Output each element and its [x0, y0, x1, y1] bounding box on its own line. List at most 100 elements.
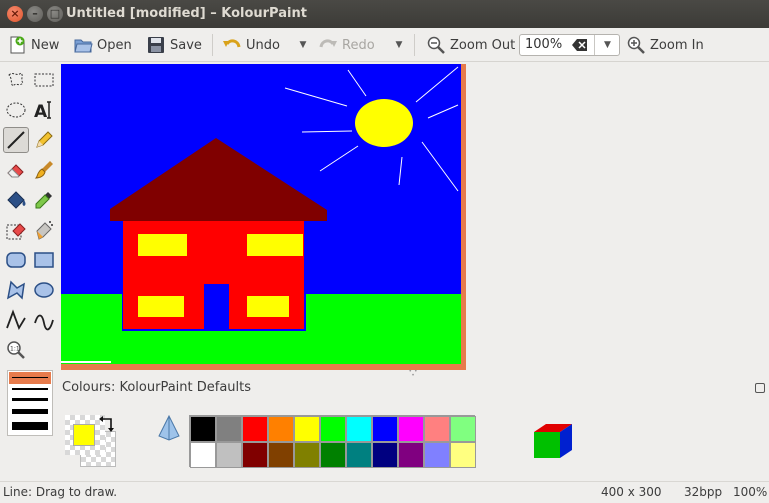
- zoom-out-button[interactable]: Zoom Out: [426, 32, 515, 58]
- curve-tool[interactable]: [31, 307, 57, 333]
- polygon-tool[interactable]: [3, 277, 29, 303]
- undo-button[interactable]: Undo: [222, 32, 280, 58]
- palette-swatch[interactable]: [398, 416, 424, 442]
- palette-swatch[interactable]: [190, 416, 216, 442]
- toolbar-separator: [414, 34, 415, 56]
- line-width-option-3[interactable]: [12, 398, 48, 401]
- pen-tool[interactable]: [31, 127, 57, 153]
- line-width-option-5[interactable]: [12, 409, 48, 414]
- text-tool[interactable]: A: [31, 97, 57, 123]
- swap-colours-icon[interactable]: [99, 415, 117, 433]
- palette-swatch[interactable]: [294, 442, 320, 468]
- palette-swatch[interactable]: [216, 416, 242, 442]
- connected-lines-icon: [6, 309, 26, 331]
- palette-swatch[interactable]: [346, 442, 372, 468]
- spraycan-tool[interactable]: [31, 217, 57, 243]
- canvas-resize-handle-right[interactable]: [461, 64, 466, 370]
- line-width-option-8[interactable]: [12, 422, 48, 430]
- palette-swatch[interactable]: [450, 442, 476, 468]
- redo-button[interactable]: Redo: [318, 32, 375, 58]
- palette-swatch[interactable]: [450, 416, 476, 442]
- colour-eraser-tool[interactable]: [3, 217, 29, 243]
- palette-swatch[interactable]: [242, 416, 268, 442]
- zoom-in-label: Zoom In: [650, 37, 704, 53]
- zoom-tool[interactable]: 1:1: [3, 337, 29, 363]
- colour-eraser-icon: [6, 223, 26, 240]
- clear-text-icon[interactable]: [572, 38, 588, 52]
- palette-swatch[interactable]: [320, 442, 346, 468]
- eraser-tool[interactable]: [3, 157, 29, 183]
- redo-dropdown-arrow[interactable]: ▼: [393, 37, 405, 53]
- palette-swatch[interactable]: [372, 416, 398, 442]
- drawing-canvas[interactable]: [61, 64, 461, 364]
- palette-swatch[interactable]: [268, 416, 294, 442]
- detach-panel-icon[interactable]: [755, 383, 765, 393]
- free-form-selection-tool[interactable]: [3, 67, 29, 93]
- ellipse-icon: [34, 282, 54, 298]
- palette-swatch[interactable]: [242, 442, 268, 468]
- save-button[interactable]: Save: [146, 32, 202, 58]
- palette-swatch[interactable]: [294, 416, 320, 442]
- window-title: Untitled [modified] – KolourPaint: [66, 6, 307, 21]
- selected-line-width-highlight: [9, 372, 51, 384]
- close-window-button[interactable]: ×: [7, 6, 23, 22]
- svg-text:A: A: [34, 102, 48, 121]
- undo-button-label: Undo: [246, 37, 280, 53]
- brush-tool[interactable]: [31, 157, 57, 183]
- palette-swatch[interactable]: [424, 442, 450, 468]
- line-width-option-1[interactable]: [12, 377, 48, 378]
- zoom-actual-size-icon: 1:1: [7, 341, 25, 359]
- open-button[interactable]: Open: [73, 32, 132, 58]
- palette-swatch[interactable]: [398, 442, 424, 468]
- foreground-background-colour-selector: [65, 415, 117, 467]
- colour-picker-tool[interactable]: [31, 187, 57, 213]
- palette-swatch[interactable]: [190, 442, 216, 468]
- colours-label-prefix: Colours:: [62, 380, 120, 395]
- rounded-rectangle-tool[interactable]: [3, 247, 29, 273]
- transparent-colour-icon[interactable]: [156, 414, 182, 442]
- open-button-label: Open: [97, 37, 132, 53]
- palette-swatch[interactable]: [216, 442, 242, 468]
- zoom-dropdown-arrow[interactable]: ▼: [594, 35, 620, 55]
- palette-name: KolourPaint Defaults: [119, 380, 252, 395]
- panel-splitter-grip[interactable]: • • •: [408, 369, 418, 379]
- line-tool[interactable]: [3, 127, 29, 153]
- elliptical-selection-tool[interactable]: [3, 97, 29, 123]
- redo-arrow-icon: [319, 39, 337, 48]
- status-message: Line: Drag to draw.: [3, 485, 118, 499]
- palette-swatch[interactable]: [372, 442, 398, 468]
- rectangular-selection-tool[interactable]: [31, 67, 57, 93]
- ellipse-tool[interactable]: [31, 277, 57, 303]
- connected-lines-tool[interactable]: [3, 307, 29, 333]
- new-button[interactable]: New: [7, 32, 59, 58]
- pencil-icon: [36, 131, 53, 148]
- zoom-level-combobox[interactable]: 100% ▼: [519, 34, 620, 56]
- palette-swatch[interactable]: [346, 416, 372, 442]
- new-button-label: New: [31, 37, 60, 53]
- minimize-window-button[interactable]: –: [27, 6, 43, 22]
- status-zoom-level: 100%: [733, 485, 768, 499]
- rectangle-tool[interactable]: [31, 247, 57, 273]
- palette-swatch[interactable]: [424, 416, 450, 442]
- eyedropper-icon: [35, 192, 52, 209]
- colour-similarity-cube-icon[interactable]: [532, 420, 574, 462]
- zoom-out-label: Zoom Out: [450, 37, 516, 53]
- zoom-level-value[interactable]: 100%: [525, 37, 562, 52]
- line-width-selector[interactable]: [7, 370, 53, 436]
- undo-dropdown-arrow[interactable]: ▼: [297, 37, 309, 53]
- new-document-icon: [10, 36, 25, 54]
- palette-swatch[interactable]: [268, 442, 294, 468]
- free-form-selection-icon: [8, 72, 24, 87]
- tool-box: A 1:1: [0, 64, 60, 370]
- maximize-window-button[interactable]: □: [47, 6, 63, 22]
- main-toolbar: New Open Save Undo ▼ Redo ▼ Zoom Out Zoo…: [0, 28, 769, 62]
- palette-swatch[interactable]: [320, 416, 346, 442]
- canvas-resize-handle-bottom[interactable]: [61, 364, 466, 370]
- spraycan-icon: [36, 221, 53, 240]
- paintbrush-icon: [34, 161, 53, 179]
- foreground-colour-fill: [73, 424, 95, 446]
- status-image-size: 400 x 300: [601, 485, 662, 499]
- zoom-in-button[interactable]: Zoom In: [626, 32, 704, 58]
- flood-fill-tool[interactable]: [3, 187, 29, 213]
- line-width-option-2[interactable]: [12, 388, 48, 390]
